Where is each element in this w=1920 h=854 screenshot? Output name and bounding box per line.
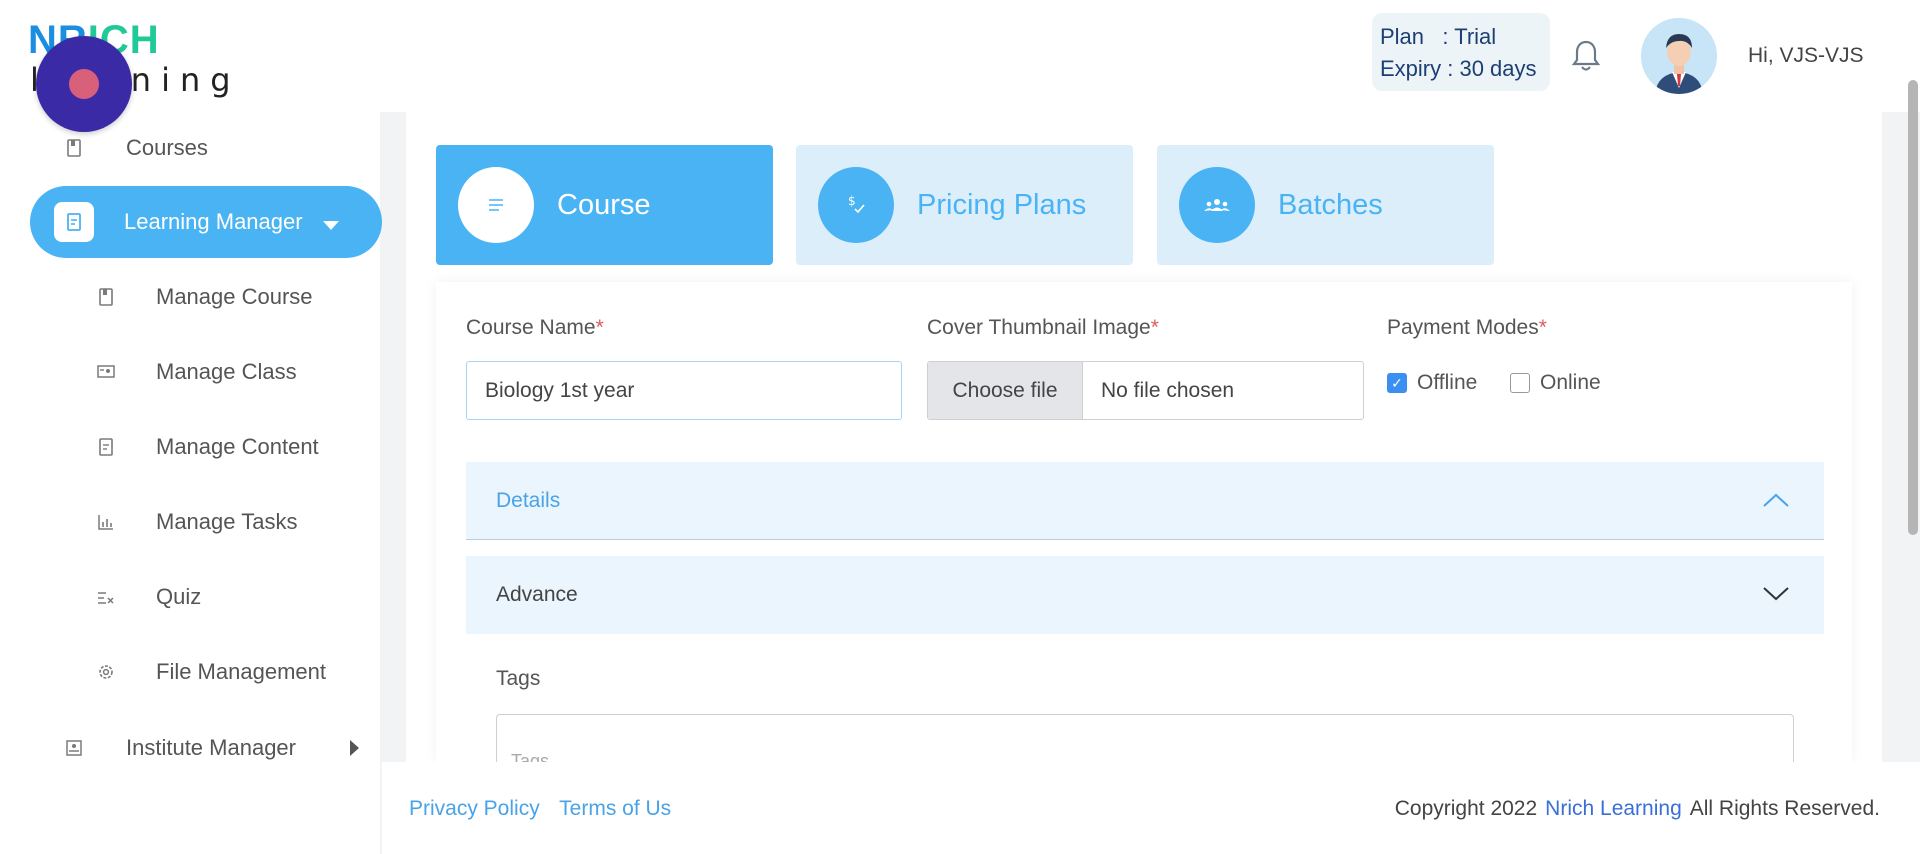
avatar[interactable] — [1641, 18, 1717, 94]
sidebar-item-label: Manage Tasks — [156, 509, 298, 534]
sidebar-item-label: Quiz — [156, 584, 202, 609]
sidebar-item-label: File Management — [156, 659, 326, 684]
chevron-down-icon — [1763, 587, 1789, 601]
tab-label: Course — [557, 188, 651, 221]
file-status: No file chosen — [1101, 378, 1235, 402]
details-accordion[interactable]: Details — [466, 462, 1824, 540]
footer: Privacy Policy Terms of Us Copyright 202… — [382, 762, 1920, 854]
copyright: Copyright 2022 Nrich Learning All Rights R… — [1394, 797, 1880, 820]
checklist-icon — [96, 587, 116, 607]
tags-label: Tags — [496, 667, 541, 690]
checkmark-icon: ✓ — [1387, 373, 1407, 393]
sidebar-item-label: Manage Content — [156, 434, 319, 459]
sidebar-item-quiz[interactable]: Quiz — [96, 561, 201, 633]
gear-icon — [96, 662, 116, 682]
chevron-up-icon — [1763, 493, 1789, 507]
payment-modes-label: Payment Modes* — [1387, 316, 1547, 339]
record-dot-icon — [69, 69, 99, 99]
sidebar: Courses Learning Manager Manage Course M… — [0, 112, 382, 854]
terms-link[interactable]: Terms of Us — [559, 797, 671, 820]
group-icon — [1179, 167, 1255, 243]
presentation-icon — [96, 362, 116, 382]
chevron-down-icon — [322, 220, 339, 230]
document-icon — [96, 437, 116, 457]
record-button[interactable] — [36, 36, 132, 132]
tab-course[interactable]: Course — [436, 145, 773, 265]
chevron-right-icon[interactable] — [350, 740, 359, 756]
online-checkbox[interactable]: Online — [1510, 371, 1601, 395]
brand-link[interactable]: Nrich Learning — [1545, 797, 1682, 820]
scrollbar[interactable] — [1908, 80, 1918, 535]
sidebar-item-manage-content[interactable]: Manage Content — [96, 411, 319, 483]
bell-icon[interactable] — [1570, 38, 1602, 74]
advance-label: Advance — [496, 583, 578, 606]
main-content: Course $ Pricing Plans Batches Course Na… — [406, 112, 1882, 774]
sidebar-item-label: Manage Course — [156, 284, 313, 309]
book-icon — [64, 138, 84, 158]
sidebar-item-learning-manager[interactable]: Learning Manager — [30, 186, 382, 258]
thumbnail-file-input[interactable]: Choose file No file chosen — [927, 361, 1364, 420]
institute-icon — [64, 738, 84, 758]
offline-checkbox[interactable]: ✓ Offline — [1387, 371, 1477, 395]
course-form: Course Name* Biology 1st year Cover Thum… — [436, 282, 1852, 774]
sidebar-item-label: Learning Manager — [124, 209, 303, 234]
privacy-policy-link[interactable]: Privacy Policy — [409, 797, 540, 820]
plan-info: Plan : Trial Expiry : 30 days — [1372, 13, 1550, 91]
choose-file-button[interactable]: Choose file — [928, 362, 1083, 419]
sidebar-item-file-management[interactable]: File Management — [96, 636, 326, 708]
sidebar-item-label: Manage Class — [156, 359, 297, 384]
course-name-label: Course Name* — [466, 316, 604, 339]
chart-icon — [96, 512, 116, 532]
sidebar-item-label: Courses — [126, 135, 208, 160]
expiry-row: Expiry : 30 days — [1380, 56, 1537, 81]
tab-pricing-plans[interactable]: $ Pricing Plans — [796, 145, 1133, 265]
tab-label: Batches — [1278, 188, 1383, 221]
sidebar-item-manage-tasks[interactable]: Manage Tasks — [96, 486, 297, 558]
document-icon — [54, 202, 94, 242]
tab-label: Pricing Plans — [917, 188, 1087, 221]
details-label: Details — [496, 488, 561, 512]
sidebar-item-label: Institute Manager — [126, 735, 296, 760]
plan-row: Plan : Trial — [1380, 24, 1497, 49]
svg-text:$: $ — [848, 194, 856, 208]
thumbnail-label: Cover Thumbnail Image* — [927, 316, 1159, 339]
sidebar-item-manage-class[interactable]: Manage Class — [96, 336, 297, 408]
checkbox-box — [1510, 373, 1530, 393]
list-icon — [458, 167, 534, 243]
sidebar-item-manage-course[interactable]: Manage Course — [96, 261, 313, 333]
course-name-input[interactable]: Biology 1st year — [466, 361, 902, 420]
user-greeting[interactable]: Hi, VJS-VJS — [1748, 44, 1864, 68]
tab-batches[interactable]: Batches — [1157, 145, 1494, 265]
footer-links: Privacy Policy Terms of Us — [409, 797, 685, 821]
dollar-check-icon: $ — [818, 167, 894, 243]
book-icon — [96, 287, 116, 307]
top-header: NRICH learning Plan : Trial Expiry : 30 … — [0, 0, 1920, 112]
advance-accordion[interactable]: Advance — [466, 556, 1824, 634]
sidebar-item-institute-manager[interactable]: Institute Manager — [64, 712, 296, 784]
